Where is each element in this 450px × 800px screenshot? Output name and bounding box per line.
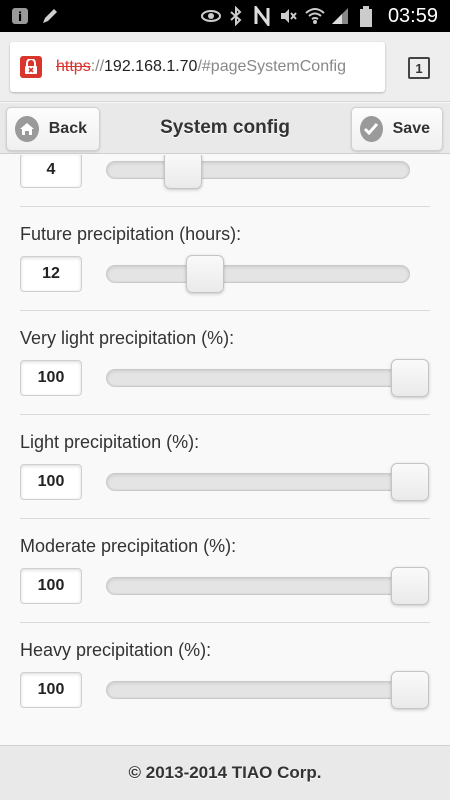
footer-copyright: © 2013-2014 TIAO Corp. [0, 745, 450, 800]
page-header: Back System config Save [0, 103, 450, 154]
field-label: Moderate precipitation (%): [20, 536, 237, 556]
slider-thumb[interactable] [186, 255, 224, 293]
slider-track[interactable] [106, 265, 410, 283]
check-icon [360, 116, 383, 142]
value-input[interactable]: 100 [20, 360, 82, 396]
slider-track[interactable] [106, 681, 410, 699]
field-label: Light precipitation (%): [20, 432, 200, 452]
settings-form: 4 Future precipitation (hours): 12 Very … [0, 155, 450, 745]
lock-warning-icon [20, 56, 42, 78]
eye-icon [200, 6, 221, 26]
save-button-label: Save [392, 120, 430, 137]
url-separator: :// [90, 58, 105, 75]
divider [20, 518, 430, 519]
field-label: Very light precipitation (%): [20, 328, 235, 348]
url-protocol: https [56, 58, 91, 75]
clock: 03:59 [387, 4, 438, 27]
signal-icon [330, 6, 350, 26]
divider [20, 206, 430, 207]
status-bar: i 03:59 [0, 0, 450, 32]
wifi-icon [304, 6, 325, 26]
field-label: Future precipitation (hours): [20, 224, 242, 244]
divider [20, 622, 430, 623]
edit-icon [40, 6, 60, 26]
slider-thumb[interactable] [391, 463, 429, 501]
field-label: Heavy precipitation (%): [20, 640, 212, 660]
bluetooth-icon [226, 5, 246, 27]
value-input[interactable]: 100 [20, 464, 82, 500]
notification-icon: i [10, 6, 30, 26]
slider-thumb[interactable] [391, 671, 429, 709]
divider [20, 310, 430, 311]
divider [20, 414, 430, 415]
value-input[interactable]: 100 [20, 672, 82, 708]
slider-track[interactable] [106, 473, 410, 491]
value-input[interactable]: 100 [20, 568, 82, 604]
slider-track[interactable] [106, 577, 410, 595]
slider-thumb[interactable] [391, 359, 429, 397]
value-input[interactable]: 4 [20, 155, 82, 188]
slider-track[interactable] [106, 161, 410, 179]
url-host: 192.168.1.70 [104, 58, 198, 75]
browser-toolbar: https://192.168.1.70/#pageSystemConfig 1 [0, 32, 450, 102]
url-path: /#pageSystemConfig [197, 58, 346, 75]
save-button[interactable]: Save [351, 107, 443, 151]
svg-text:i: i [18, 10, 22, 24]
url-bar[interactable]: https://192.168.1.70/#pageSystemConfig [10, 42, 385, 92]
slider-thumb[interactable] [391, 567, 429, 605]
tab-count-button[interactable]: 1 [408, 57, 430, 79]
mute-icon [278, 6, 298, 26]
nfc-icon [252, 3, 272, 29]
slider-track[interactable] [106, 369, 410, 387]
value-input[interactable]: 12 [20, 256, 82, 292]
battery-icon [356, 6, 376, 27]
slider-thumb[interactable] [164, 155, 202, 189]
